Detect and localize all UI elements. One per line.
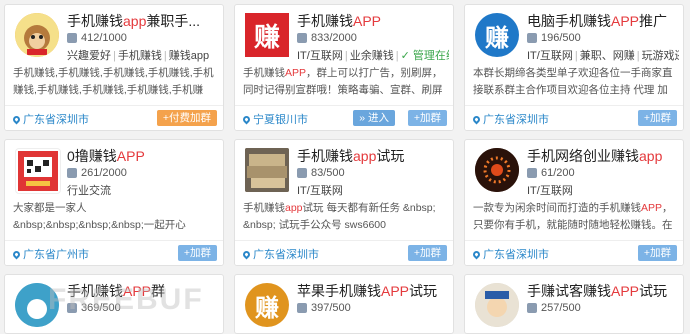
group-description: 大家都是一家人&nbsp;&nbsp;&nbsp;&nbsp;一起开心&nbsp… xyxy=(13,202,186,231)
member-count: 61/200 xyxy=(527,167,575,179)
location[interactable]: 广东省深圳市 xyxy=(241,246,319,262)
group-tags: IT/互联网 xyxy=(527,185,573,197)
group-avatar[interactable] xyxy=(15,13,59,57)
group-avatar[interactable] xyxy=(475,148,519,192)
member-count: 397/500 xyxy=(297,302,351,314)
monkey-icon xyxy=(15,13,59,57)
group-tags: 兴趣爱好 | 手机赚钱 | 赚钱app xyxy=(67,50,210,62)
location-pin-icon xyxy=(11,114,22,124)
card-footer: 广东省深圳市 +加群 xyxy=(235,240,453,265)
group-description: 本群长期缔各类型单子欢迎各位一手商家直接联系群主合作项目欢迎各位主持 代理 加入… xyxy=(473,67,673,96)
join-group-button[interactable]: +加群 xyxy=(407,245,447,261)
group-avatar[interactable]: 赚 xyxy=(475,13,519,57)
group-tags: IT/互联网 xyxy=(297,185,343,197)
fireworks-icon xyxy=(475,148,519,192)
member-count: 83/500 xyxy=(297,167,345,179)
person-icon xyxy=(297,168,307,178)
group-card[interactable]: 赚 电脑手机赚钱APP推广 196/500 IT/互联网|兼职、网赚|玩游戏还.… xyxy=(464,4,684,131)
qr-poster-icon xyxy=(18,151,58,191)
cartoon-avatar-icon xyxy=(475,283,519,327)
member-count: 833/2000 xyxy=(297,32,357,44)
member-count: 196/500 xyxy=(527,32,581,44)
mascot-icon xyxy=(15,283,59,327)
group-description: 手机赚钱,手机赚钱,手机赚钱,手机赚钱,手机赚钱,手机赚钱,手机赚钱,手机赚钱,… xyxy=(13,67,214,96)
location-pin-icon xyxy=(471,249,482,259)
group-card[interactable]: 手赚试客赚钱APP试玩 257/500 xyxy=(464,274,684,334)
group-title[interactable]: 手机赚钱app试玩 xyxy=(297,146,447,166)
join-group-button[interactable]: +加群 xyxy=(637,110,677,126)
member-count: 369/500 xyxy=(67,302,121,314)
paid-join-button[interactable]: +付费加群 xyxy=(156,110,217,126)
person-icon xyxy=(67,168,77,178)
group-avatar[interactable]: 赚 xyxy=(245,13,289,57)
person-icon xyxy=(67,303,77,313)
join-group-button[interactable]: +加群 xyxy=(177,245,217,261)
group-title[interactable]: 0撸赚钱APP xyxy=(67,146,217,166)
banknotes-icon xyxy=(245,148,289,192)
group-avatar[interactable] xyxy=(245,148,289,192)
location-pin-icon xyxy=(241,249,252,259)
person-icon xyxy=(527,303,537,313)
join-group-button[interactable]: +加群 xyxy=(637,245,677,261)
card-footer: 广东省深圳市 +加群 xyxy=(465,240,683,265)
location[interactable]: 广东省深圳市 xyxy=(471,111,549,127)
enter-button[interactable]: » 进入 xyxy=(353,110,395,126)
group-tags: 行业交流 xyxy=(67,185,111,197)
group-title[interactable]: 手机网络创业赚钱app xyxy=(527,146,677,166)
location[interactable]: 宁夏银川市 xyxy=(241,111,308,127)
group-avatar[interactable] xyxy=(15,283,59,327)
group-avatar[interactable]: 赚 xyxy=(245,283,289,327)
person-icon xyxy=(67,33,77,43)
person-icon xyxy=(297,33,307,43)
card-footer: 广东省深圳市 +付费加群 xyxy=(5,105,223,130)
join-group-button[interactable]: +加群 xyxy=(407,110,447,126)
group-card[interactable]: 手机赚钱app试玩 83/500 IT/互联网 手机赚钱app试玩 每天都有新任… xyxy=(234,139,454,266)
group-title[interactable]: 手机赚钱APP群 xyxy=(67,281,217,301)
group-card[interactable]: 手机赚钱app兼职手... 412/1000 兴趣爱好 | 手机赚钱 | 赚钱app 手… xyxy=(4,4,224,131)
group-title[interactable]: 手赚试客赚钱APP试玩 xyxy=(527,281,677,301)
person-icon xyxy=(297,303,307,313)
group-title[interactable]: 手机赚钱APP xyxy=(297,11,447,31)
location[interactable]: 广东省广州市 xyxy=(11,246,89,262)
card-footer: 广东省深圳市 +加群 xyxy=(465,105,683,130)
group-description: 一款专为闲余时间而打造的手机赚钱APP，只要你有手机，就能随时随地轻松赚钱。在手… xyxy=(473,202,673,231)
card-footer: 宁夏银川市 » 进入 +加群 xyxy=(235,105,453,130)
location-pin-icon xyxy=(11,249,22,259)
admin-online-badge: ✓ 管理在线 xyxy=(400,50,449,62)
location-pin-icon xyxy=(471,114,482,124)
group-card[interactable]: 0撸赚钱APP 261/2000 行业交流 大家都是一家人&nbsp;&nbsp… xyxy=(4,139,224,266)
person-icon xyxy=(527,168,537,178)
group-card[interactable]: 手机网络创业赚钱app 61/200 IT/互联网 一款专为闲余时间而打造的手机… xyxy=(464,139,684,266)
group-card[interactable]: 赚 苹果手机赚钱APP试玩 397/500 xyxy=(234,274,454,334)
location[interactable]: 广东省深圳市 xyxy=(471,246,549,262)
group-tags: IT/互联网|业余赚钱|✓ 管理在线 xyxy=(297,47,449,63)
group-title[interactable]: 苹果手机赚钱APP试玩 xyxy=(297,281,447,301)
group-tags: IT/互联网|兼职、网赚|玩游戏还... xyxy=(527,50,679,62)
group-card[interactable]: 赚 手机赚钱APP 833/2000 IT/互联网|业余赚钱|✓ 管理在线 手机… xyxy=(234,4,454,131)
member-count: 412/1000 xyxy=(67,32,127,44)
card-footer: 广东省广州市 +加群 xyxy=(5,240,223,265)
group-avatar[interactable] xyxy=(15,148,61,194)
group-description: 手机赚钱app试玩 每天都有新任务 &nbsp; &nbsp; 试玩手公众号 s… xyxy=(243,202,436,231)
group-card[interactable]: 手机赚钱APP群 369/500 xyxy=(4,274,224,334)
person-icon xyxy=(527,33,537,43)
location-pin-icon xyxy=(241,114,252,124)
location[interactable]: 广东省深圳市 xyxy=(11,111,89,127)
member-count: 261/2000 xyxy=(67,167,127,179)
group-avatar[interactable] xyxy=(475,283,519,327)
group-title[interactable]: 手机赚钱app兼职手... xyxy=(67,11,217,31)
group-title[interactable]: 电脑手机赚钱APP推广 xyxy=(527,11,677,31)
member-count: 257/500 xyxy=(527,302,581,314)
group-description: 手机赚钱APP，群上可以打广告，别刷屏，同时记得别宣群哦！策略毒骗、宣群、刷屏的… xyxy=(243,67,443,96)
